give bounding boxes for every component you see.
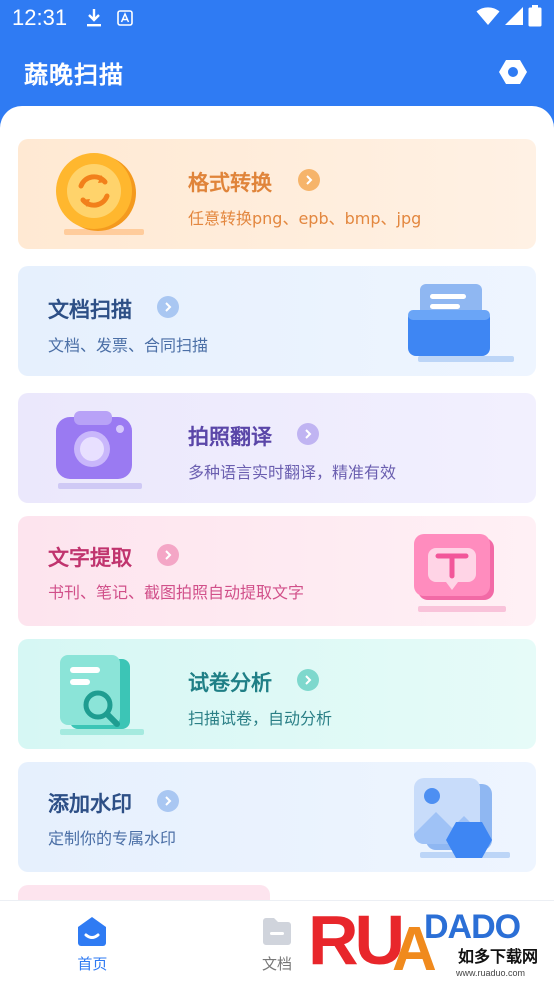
wifi-icon (476, 6, 500, 30)
chevron-right-icon (157, 544, 179, 566)
chevron-right-icon (297, 669, 319, 691)
image-stamp-icon (408, 774, 512, 866)
feature-list: 格式转换 任意转换png、epb、bmp、jpg 文档扫描 文档、发票、合同扫描 (0, 106, 554, 984)
site-watermark-logo: RU A DADO 如多下载网 www.ruaduo.com (306, 878, 546, 984)
card-subtitle: 扫描试卷，自动分析 (188, 709, 333, 728)
card-text-extract[interactable]: 文字提取 书刊、笔记、截图拍照自动提取文字 (18, 516, 536, 626)
scanner-icon (404, 280, 516, 370)
signal-icon (504, 6, 524, 30)
card-subtitle: 多种语言实时翻译，精准有效 (188, 463, 397, 482)
card-subtitle: 定制你的专属水印 (48, 829, 177, 848)
chevron-right-icon (297, 423, 319, 445)
download-icon (85, 8, 103, 28)
app-notification-icon (117, 10, 133, 26)
card-title: 格式转换 (188, 171, 272, 195)
app-header: 蔬晚扫描 (0, 36, 554, 108)
card-photo-translate[interactable]: 拍照翻译 多种语言实时翻译，精准有效 (18, 393, 536, 503)
nav-item-home[interactable]: 首页 (0, 901, 185, 984)
card-title: 文档扫描 (48, 298, 132, 322)
card-title: 文字提取 (48, 546, 132, 570)
status-bar: 12:31 (0, 0, 554, 36)
document-search-icon (48, 651, 148, 741)
status-time: 12:31 (12, 5, 68, 30)
camera-icon (48, 407, 148, 497)
chevron-right-icon (157, 296, 179, 318)
home-icon (78, 917, 107, 946)
card-title: 拍照翻译 (188, 425, 272, 449)
card-add-watermark[interactable]: 添加水印 定制你的专属水印 (18, 762, 536, 872)
card-document-scan[interactable]: 文档扫描 文档、发票、合同扫描 (18, 266, 536, 376)
svg-text:如多下载网: 如多下载网 (458, 947, 538, 966)
app-title: 蔬晚扫描 (24, 60, 124, 89)
battery-icon (528, 5, 542, 31)
settings-hexagon-icon (499, 60, 527, 84)
card-exam-analysis[interactable]: 试卷分析 扫描试卷，自动分析 (18, 639, 536, 749)
card-title: 添加水印 (48, 792, 132, 816)
text-bubble-icon (408, 532, 508, 620)
svg-text:RU: RU (308, 901, 402, 978)
card-format-convert[interactable]: 格式转换 任意转换png、epb、bmp、jpg (18, 139, 536, 249)
card-subtitle: 文档、发票、合同扫描 (48, 336, 209, 355)
nav-label-home: 首页 (77, 955, 108, 973)
settings-button[interactable] (496, 55, 530, 89)
card-subtitle: 书刊、笔记、截图拍照自动提取文字 (48, 583, 305, 602)
nav-label-documents: 文档 (262, 955, 293, 973)
chevron-right-icon (157, 790, 179, 812)
svg-text:www.ruaduo.com: www.ruaduo.com (455, 968, 525, 978)
folder-icon (263, 918, 291, 945)
chevron-right-icon (298, 169, 320, 191)
card-subtitle: 任意转换png、epb、bmp、jpg (188, 209, 422, 228)
convert-coin-icon (52, 153, 148, 241)
svg-text:DADO: DADO (424, 908, 521, 946)
card-title: 试卷分析 (188, 671, 272, 695)
